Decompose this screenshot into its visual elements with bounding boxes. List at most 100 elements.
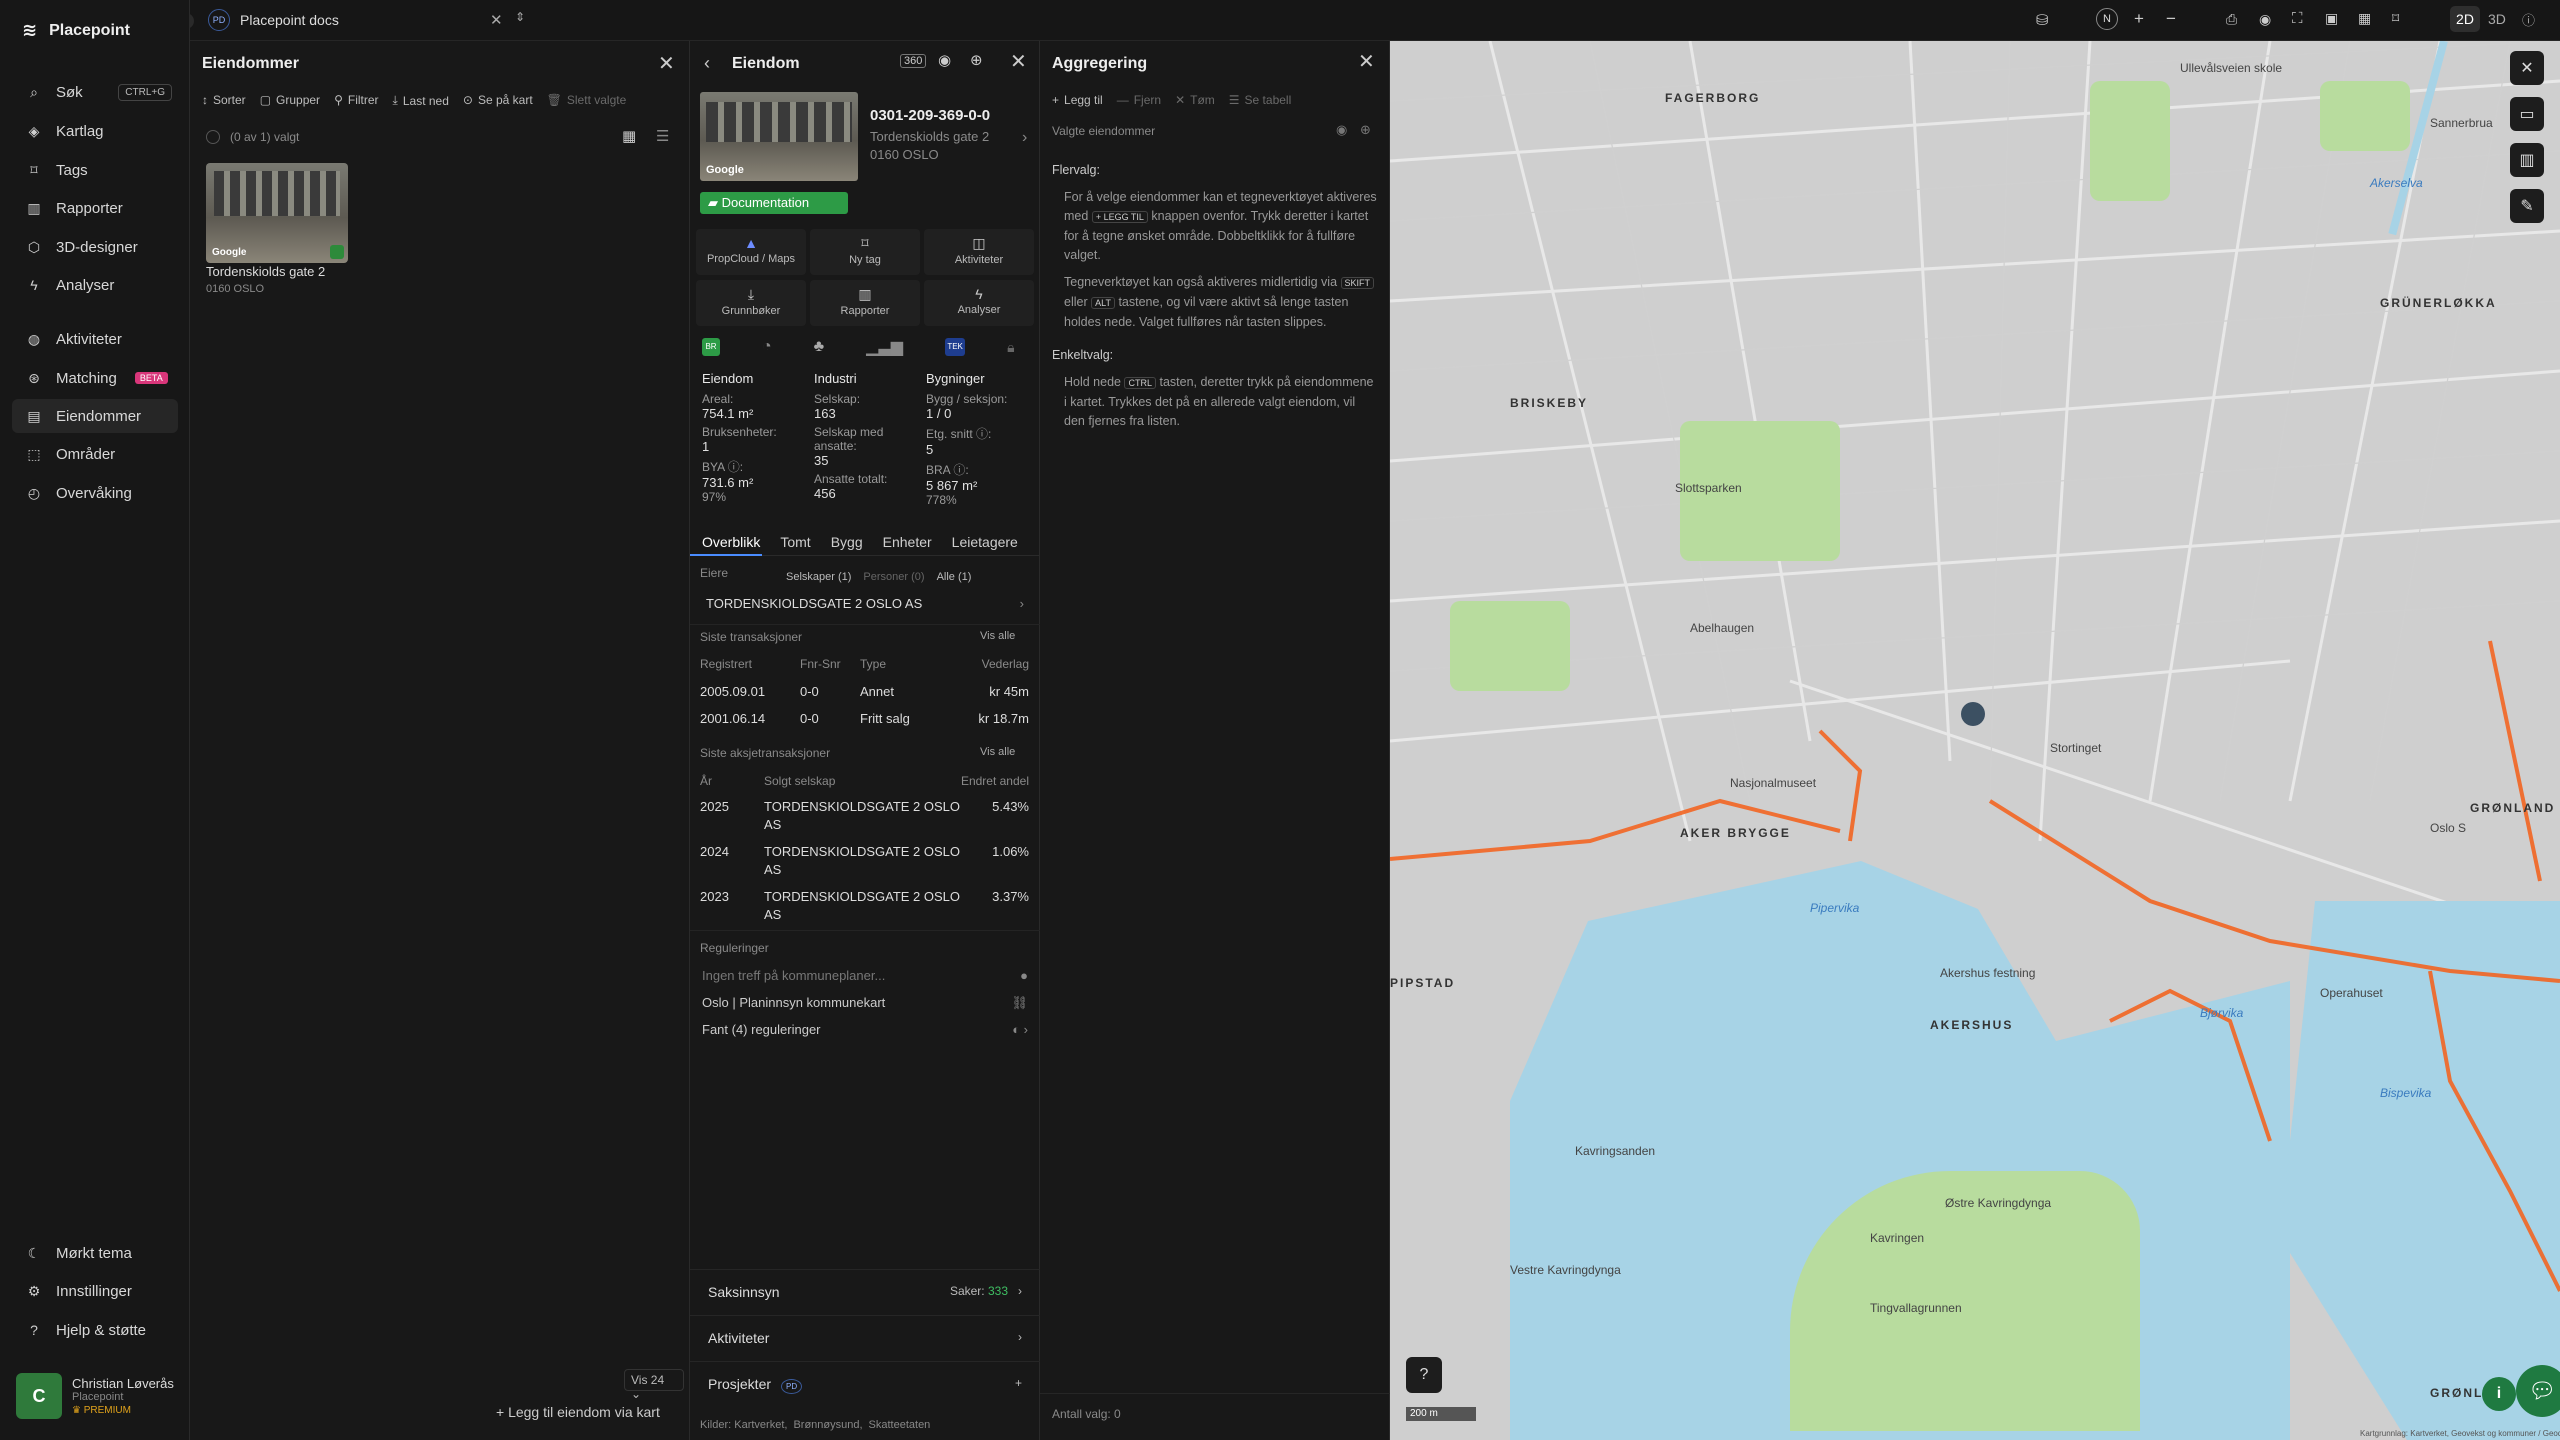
close-panel-button[interactable]: ✕ [1010, 49, 1027, 74]
map-pin-icon[interactable] [1961, 702, 1985, 726]
sidebar-item-områder[interactable]: ⬚ Områder [12, 437, 178, 471]
map-canvas[interactable]: FAGERBORG BRISKEBY GRÜNERLØKKA AKER BRYGGE A… [1390, 41, 2560, 1440]
close-icon[interactable]: ✕ [490, 11, 503, 29]
regulation-row[interactable]: Oslo | Planinnsyn kommunekart ⛓ [702, 995, 1028, 1011]
regulation-row[interactable]: Fant (4) reguleringer ◐ › [702, 1022, 1028, 1037]
sidebar-item-tags[interactable]: ⌑ Tags [12, 153, 178, 187]
owner-row[interactable]: TORDENSKIOLDSGATE 2 OSLO AS › [700, 590, 1030, 614]
ruler-icon[interactable]: ▭ [2510, 97, 2544, 131]
show-all-transactions[interactable]: Vis alle [980, 630, 1015, 642]
owner-filter[interactable]: Selskaper (1) [786, 571, 851, 583]
eye-icon[interactable]: ◉ [1336, 122, 1347, 138]
action-ny-tag[interactable]: ⌑ Ny tag [810, 229, 920, 275]
agg-tool-se-tabell[interactable]: ☰ Se tabell [1229, 93, 1291, 107]
info-icon[interactable]: ⓘ [2522, 10, 2535, 29]
view-360-icon[interactable]: 360 [900, 54, 927, 68]
sidebar-item-help[interactable]: ? Hjelp & støtte [12, 1313, 178, 1347]
tab-leietagere[interactable]: Leietagere [952, 534, 1018, 550]
fullscreen-icon[interactable]: ⛶ [2292, 10, 2303, 27]
draw-icon[interactable]: ✎ [2510, 189, 2544, 223]
br-source-icon[interactable]: BR [702, 338, 720, 356]
tab-enheter[interactable]: Enheter [883, 534, 932, 550]
action-aktiviteter[interactable]: ◫ Aktiviteter [924, 229, 1034, 275]
select-all-checkbox[interactable] [206, 130, 220, 144]
street-view-image[interactable]: Google [700, 92, 858, 181]
property-card-image[interactable]: Google [206, 163, 348, 263]
page-size-select[interactable]: Vis 24 ⌄ [624, 1369, 684, 1401]
print-icon[interactable]: ⎙ [2226, 11, 2237, 28]
list-view-icon[interactable]: ☰ [656, 127, 669, 145]
north-compass-button[interactable]: N [2096, 8, 2118, 30]
grid-view-icon[interactable]: ▦ [622, 127, 636, 145]
action-propcloud-maps[interactable]: ▲ PropCloud / Maps [696, 229, 806, 275]
source-link[interactable]: Kartverket, [734, 1419, 787, 1431]
owner-filter[interactable]: Personer (0) [863, 571, 924, 583]
chevron-updown-icon[interactable]: ⇕ [515, 10, 525, 24]
tek-source-icon[interactable]: TEK [945, 338, 966, 356]
tab-tomt[interactable]: Tomt [780, 534, 810, 550]
eye-icon[interactable]: ◉ [2259, 11, 2271, 28]
sidebar-item-analyser[interactable]: ϟ Analyser [12, 268, 178, 302]
sidebar-item-rapporter[interactable]: ▥ Rapporter [12, 191, 178, 225]
agg-tool-fjern[interactable]: — Fjern [1117, 93, 1161, 107]
view-2d-button[interactable]: 2D [2450, 6, 2480, 32]
close-panel-button[interactable]: ✕ [658, 51, 675, 76]
tool-se-på-kart[interactable]: ⊙ Se på kart [463, 93, 533, 107]
source-link[interactable]: Skatteetaten [869, 1419, 931, 1431]
tool-filtrer[interactable]: ⚲ Filtrer [334, 93, 378, 107]
zoom-out-button[interactable]: − [2166, 9, 2176, 29]
sidebar-item-eiendommer[interactable]: ▤ Eiendommer [12, 399, 178, 433]
show-all-shares[interactable]: Vis alle [980, 746, 1015, 758]
documentation-button[interactable]: ▰ Documentation [700, 192, 848, 214]
owner-filter[interactable]: Alle (1) [937, 571, 972, 583]
agg-tool-tøm[interactable]: ✕ Tøm [1175, 93, 1215, 107]
camera-icon[interactable]: ▣ [2325, 10, 2338, 27]
source-link[interactable]: Brønnøysund, [793, 1419, 862, 1431]
grid-icon[interactable]: ▦ [2358, 10, 2371, 27]
industry-source-icon[interactable]: ♣ [814, 338, 825, 356]
bookmark-icon[interactable]: ⌑ [2392, 10, 2399, 27]
section-saksinnsyn[interactable]: Saksinnsyn Saker: 333 › [690, 1269, 1040, 1313]
section-prosjekter[interactable]: Prosjekter + PD [690, 1361, 1040, 1405]
tab-overblikk[interactable]: Overblikk [702, 534, 760, 550]
tool-last-ned[interactable]: ⤓ Last ned [393, 93, 449, 108]
sidebar-item-kartlag[interactable]: ◈ Kartlag [12, 114, 178, 148]
tool-slett-valgte[interactable]: 🗑︎ Slett valgte [547, 93, 627, 107]
close-panel-button[interactable]: ✕ [1358, 49, 1375, 74]
action-grunnbøker[interactable]: ⤓ Grunnbøker [696, 280, 806, 326]
tool-grupper[interactable]: ▢ Grupper [260, 93, 320, 107]
chevron-right-icon[interactable]: › [1022, 129, 1027, 147]
regulation-row[interactable]: Ingen treff på kommuneplaner... ● [702, 968, 1028, 983]
layers-3d-icon[interactable]: ⛁ [2036, 11, 2049, 29]
sidebar-item-3d-designer[interactable]: ⬡ 3D-designer [12, 230, 178, 264]
pie-source-icon[interactable]: ◔ [762, 338, 772, 356]
sidebar-item-matching[interactable]: ⊛ Matching BETA [12, 361, 178, 395]
lock-icon[interactable]: 🔒︎ [1007, 339, 1014, 356]
brand[interactable]: ≋ Placepoint [22, 20, 130, 41]
zoom-in-button[interactable]: + [2134, 9, 2144, 29]
sidebar-item-gear[interactable]: ⚙ Innstillinger [12, 1274, 178, 1308]
close-map-tool-icon[interactable]: ✕ [2510, 51, 2544, 85]
property-card-title[interactable]: Tordenskiolds gate 2 [206, 264, 325, 279]
tab-bygg[interactable]: Bygg [831, 534, 863, 550]
help-icon[interactable]: ? [1406, 1357, 1442, 1393]
sidebar-item-overvåking[interactable]: ◴ Overvåking [12, 476, 178, 510]
sidebar-item-aktiviteter[interactable]: ◍ Aktiviteter [12, 322, 178, 356]
eye-icon[interactable]: ◉ [938, 51, 951, 69]
add-property-button[interactable]: + Legg til eiendom via kart [496, 1404, 660, 1420]
add-circle-icon[interactable]: ⊕ [1360, 122, 1371, 138]
chart-icon[interactable]: ▥ [2510, 143, 2544, 177]
agg-tool-legg-til[interactable]: + Legg til [1052, 93, 1103, 107]
workspace-name[interactable]: Placepoint docs [240, 12, 339, 28]
back-icon[interactable]: ‹ [704, 53, 710, 74]
section-aktiviteter[interactable]: Aktiviteter › [690, 1315, 1040, 1359]
chat-button[interactable]: 💬︎ [2516, 1365, 2560, 1417]
add-circle-icon[interactable]: ⊕ [970, 51, 983, 69]
user-profile[interactable]: C Christian Løverås Placepoint ♛ PREMIUM [16, 1370, 181, 1422]
tool-sorter[interactable]: ↕ Sorter [202, 93, 246, 107]
info-button[interactable]: i [2482, 1377, 2516, 1411]
action-analyser[interactable]: ϟ Analyser [924, 280, 1034, 326]
sidebar-item-moon[interactable]: ☾ Mørkt tema [12, 1236, 178, 1270]
bars-source-icon[interactable]: ▁▃▆ [866, 337, 903, 357]
sidebar-item-søk[interactable]: ⌕ Søk CTRL+G [12, 75, 178, 109]
